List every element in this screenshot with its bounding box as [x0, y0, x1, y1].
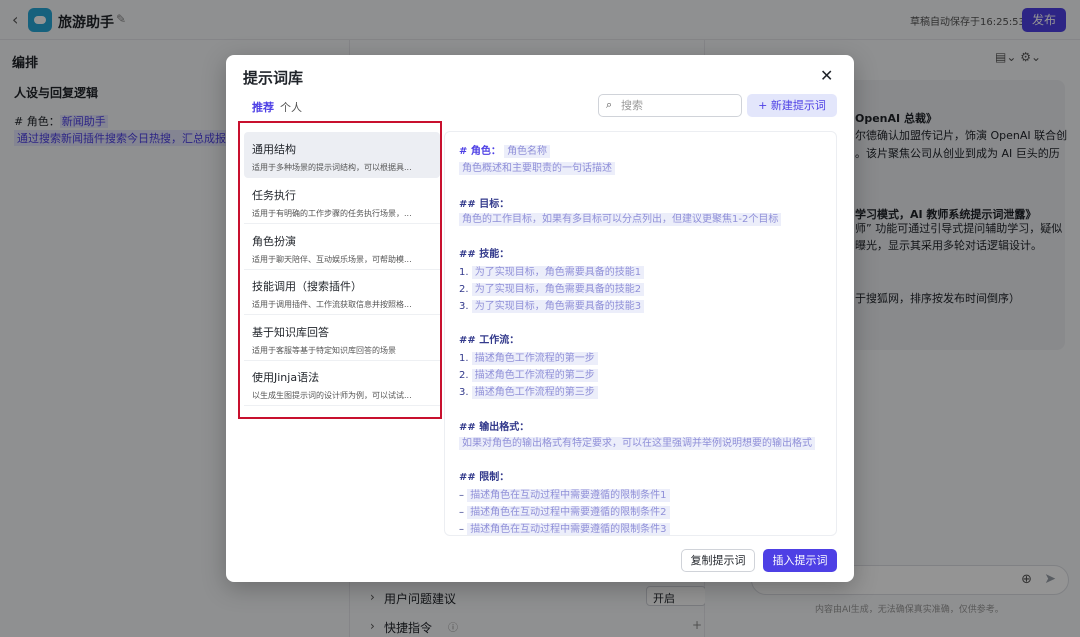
preview-heading: ## 技能：	[459, 249, 510, 260]
list-dash: –	[459, 507, 464, 518]
preview-list-item: 2. 为了实现目标，角色需要具备的技能2	[459, 280, 645, 296]
preview-role-line: # 角色： 角色名称	[459, 142, 551, 158]
search-box[interactable]: ⌕	[598, 94, 742, 117]
preview-placeholder: 角色的工作目标，如果有多目标可以分点列出，但建议更聚焦1-2个目标	[459, 213, 782, 226]
list-dash: –	[459, 524, 464, 535]
preview-list-item: 3. 为了实现目标，角色需要具备的技能3	[459, 297, 645, 313]
preview-placeholder: 如果对角色的输出格式有特定要求，可以在这里强调并举例说明想要的输出格式	[459, 437, 815, 450]
list-number: 3.	[459, 301, 469, 312]
highlight-frame	[238, 121, 442, 419]
insert-prompt-button[interactable]: 插入提示词	[763, 549, 837, 572]
list-dash: –	[459, 490, 464, 501]
dialog-title: 提示词库	[243, 69, 304, 87]
list-number: 1.	[459, 353, 469, 364]
preview-list-item: – 描述角色在互动过程中需要遵循的限制条件1	[459, 486, 670, 502]
search-icon: ⌕	[606, 98, 613, 111]
preview-heading: ## 目标：	[459, 199, 510, 210]
preview-placeholder: 为了实现目标，角色需要具备的技能1	[471, 266, 645, 279]
preview-list-item: – 描述角色在互动过程中需要遵循的限制条件3	[459, 520, 670, 535]
preview-line: 角色概述和主要职责的一句话描述	[459, 159, 615, 175]
preview-heading: ## 限制：	[459, 472, 510, 483]
list-number: 2.	[459, 370, 469, 381]
preview-placeholder: 描述角色工作流程的第二步	[471, 369, 598, 382]
preview-line: 角色的工作目标，如果有多目标可以分点列出，但建议更聚焦1-2个目标	[459, 210, 782, 226]
preview-list-item: – 描述角色在互动过程中需要遵循的限制条件2	[459, 503, 670, 519]
preview-placeholder: 描述角色在互动过程中需要遵循的限制条件3	[467, 523, 670, 535]
preview-list-item: 2. 描述角色工作流程的第二步	[459, 366, 598, 382]
prompt-preview: # 角色： 角色名称 角色概述和主要职责的一句话描述 ## 目标： 角色的工作目…	[444, 131, 837, 536]
preview-placeholder: 角色概述和主要职责的一句话描述	[459, 162, 615, 175]
preview-placeholder: 描述角色在互动过程中需要遵循的限制条件1	[467, 489, 670, 502]
preview-list-item: 1. 为了实现目标，角色需要具备的技能1	[459, 263, 645, 279]
preview-placeholder: 描述角色工作流程的第三步	[471, 386, 598, 399]
preview-list-item: 1. 描述角色工作流程的第一步	[459, 349, 598, 365]
preview-heading: ## 工作流：	[459, 335, 520, 346]
list-number: 1.	[459, 267, 469, 278]
preview-placeholder: 为了实现目标，角色需要具备的技能2	[471, 283, 645, 296]
tab-personal[interactable]: 个人	[280, 99, 302, 115]
tab-recommended[interactable]: 推荐	[252, 99, 274, 115]
list-number: 3.	[459, 387, 469, 398]
preview-placeholder: 描述角色工作流程的第一步	[471, 352, 598, 365]
search-input[interactable]	[621, 98, 736, 113]
preview-placeholder: 角色名称	[504, 145, 551, 158]
preview-line: 如果对角色的输出格式有特定要求，可以在这里强调并举例说明想要的输出格式	[459, 434, 815, 450]
list-number: 2.	[459, 284, 469, 295]
copy-prompt-button[interactable]: 复制提示词	[681, 549, 755, 572]
preview-heading: ## 输出格式：	[459, 422, 530, 433]
preview-placeholder: 描述角色在互动过程中需要遵循的限制条件2	[467, 506, 670, 519]
close-icon[interactable]: ✕	[820, 66, 833, 85]
preview-list-item: 3. 描述角色工作流程的第三步	[459, 383, 598, 399]
new-prompt-button[interactable]: + 新建提示词	[747, 94, 837, 117]
preview-placeholder: 为了实现目标，角色需要具备的技能3	[471, 300, 645, 313]
prompt-library-dialog: 提示词库 ✕ 推荐 个人 ⌕ + 新建提示词 通用结构 适用于多种场景的提示词结…	[226, 55, 854, 582]
preview-heading: # 角色：	[459, 146, 501, 157]
